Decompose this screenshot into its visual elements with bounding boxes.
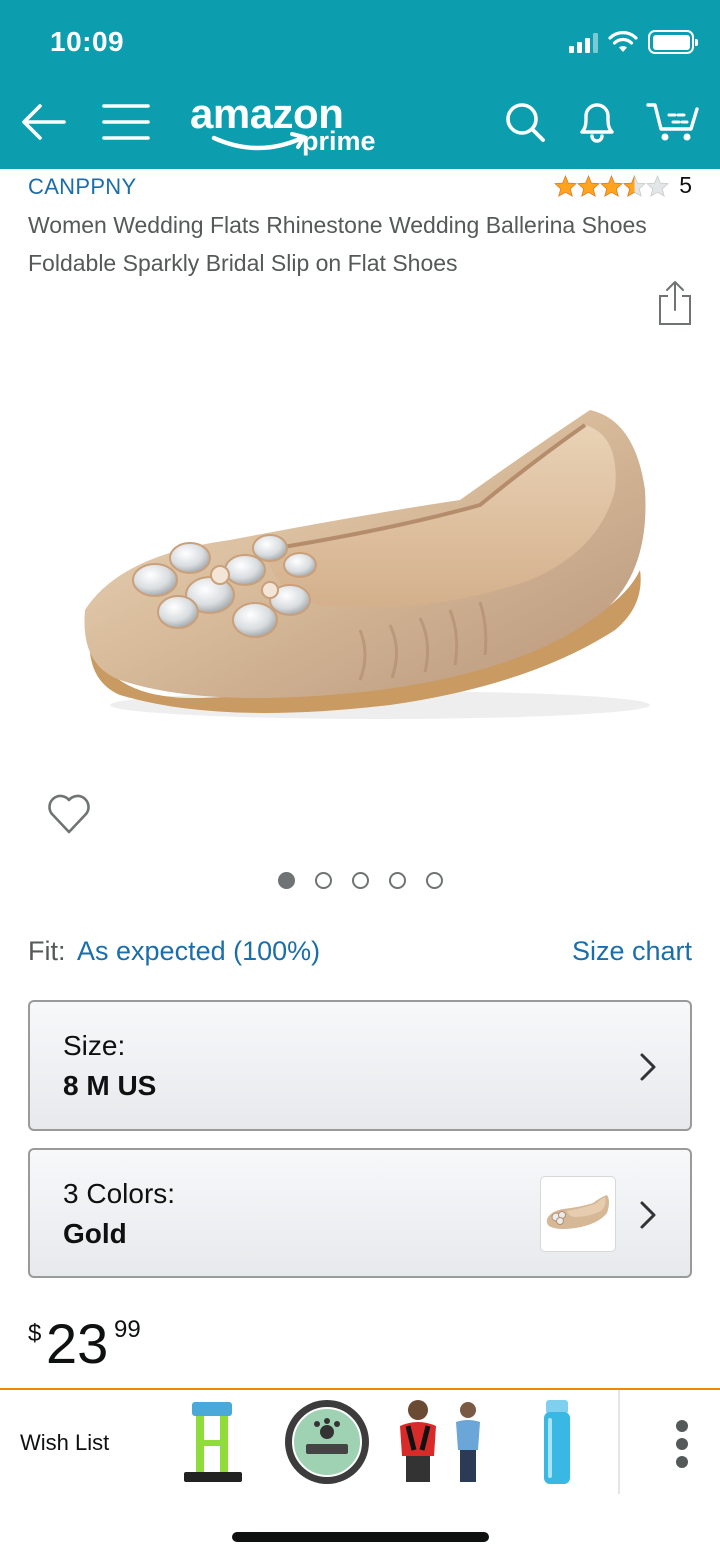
size-selector-value: 8 M US [63, 1070, 157, 1101]
search-button[interactable] [502, 98, 548, 146]
price-whole: 23 [46, 1312, 109, 1375]
dot-icon [676, 1438, 688, 1450]
wifi-icon [608, 31, 638, 52]
rating-summary[interactable]: 5 [554, 172, 692, 199]
chevron-right-icon [640, 1053, 656, 1081]
home-indicator[interactable] [232, 1532, 489, 1542]
fitness-stand-thumbnail-image [184, 1402, 242, 1482]
strip-divider [618, 1390, 620, 1494]
star-full-icon [554, 174, 578, 197]
dot-icon [676, 1456, 688, 1468]
price-currency-symbol: $ [28, 1320, 42, 1347]
size-chart-link[interactable]: Size chart [572, 936, 692, 967]
carousel-dot-1[interactable] [277, 872, 295, 889]
status-time: 10:09 [50, 26, 125, 57]
logo-prime-text: prime [302, 126, 376, 156]
gold-flat-thumbnail-image [546, 1195, 609, 1229]
gold-ballet-flat-image [84, 410, 650, 719]
hamburger-menu-icon [102, 104, 150, 140]
notifications-button[interactable] [574, 96, 620, 146]
star-empty-icon [646, 174, 670, 197]
fit-value-link[interactable]: As expected (100%) [77, 936, 320, 966]
carousel-dot-2[interactable] [314, 872, 332, 889]
size-selector[interactable]: Size: 8 M US [28, 1000, 692, 1131]
app-header: 10:09 amazon prime [0, 0, 720, 169]
fit-label: Fit: [28, 936, 66, 966]
color-swatch-thumbnail[interactable] [540, 1176, 616, 1252]
more-options-button[interactable] [676, 1420, 688, 1468]
color-selector-value: Gold [63, 1218, 127, 1249]
nav-row: amazon prime [0, 88, 720, 158]
price-fraction: 99 [114, 1316, 141, 1343]
star-full-icon [577, 174, 601, 197]
share-button[interactable] [656, 280, 694, 326]
star-rating [554, 174, 670, 197]
strip-item-fitness-stand[interactable] [170, 1396, 260, 1488]
bell-icon [580, 103, 614, 143]
recently-viewed-strip: Wish List [0, 1388, 720, 1494]
carousel-dot-3[interactable] [351, 872, 369, 889]
chevron-right-icon [640, 1201, 656, 1229]
cellular-signal-icon [569, 31, 598, 53]
brand-link[interactable]: CANPPNY [28, 174, 136, 200]
menu-button[interactable] [100, 100, 152, 144]
fit-row: Fit: As expected (100%) Size chart [28, 936, 692, 967]
product-title: Women Wedding Flats Rhinestone Wedding B… [28, 212, 647, 276]
rating-count: 5 [679, 172, 692, 198]
dot-icon [676, 1420, 688, 1432]
product-image[interactable] [60, 380, 670, 740]
water-bottle-thumbnail-image [544, 1400, 570, 1484]
battery-icon [648, 30, 698, 54]
logo-smile-icon [211, 132, 306, 151]
wishlist-heart-button[interactable] [46, 792, 92, 836]
color-selector-label: 3 Colors: [63, 1178, 176, 1209]
search-icon [506, 103, 545, 142]
star-half-icon [623, 174, 647, 197]
wish-list-link[interactable]: Wish List [20, 1430, 109, 1456]
amazon-prime-logo[interactable]: amazon prime [190, 90, 390, 156]
carousel-dot-5[interactable] [425, 872, 443, 889]
strip-item-paw-nectar[interactable] [282, 1396, 372, 1488]
cart-button[interactable] [644, 96, 702, 146]
back-button[interactable] [18, 100, 68, 144]
star-full-icon [600, 174, 624, 197]
paw-nectar-balm-thumbnail-image [285, 1400, 369, 1484]
size-selector-label: Size: [63, 1030, 126, 1061]
strip-item-water-bottle[interactable] [512, 1396, 602, 1488]
color-selector[interactable]: 3 Colors: Gold [28, 1148, 692, 1278]
image-carousel-dots[interactable] [0, 872, 720, 889]
heart-icon [48, 794, 90, 834]
carousel-dot-4[interactable] [388, 872, 406, 889]
posture-corrector-thumbnail-image [400, 1400, 480, 1482]
strip-item-posture-corrector[interactable] [390, 1396, 480, 1488]
cart-icon [646, 103, 699, 141]
share-icon [659, 281, 691, 325]
status-icons [569, 30, 698, 54]
back-arrow-icon [22, 104, 66, 140]
